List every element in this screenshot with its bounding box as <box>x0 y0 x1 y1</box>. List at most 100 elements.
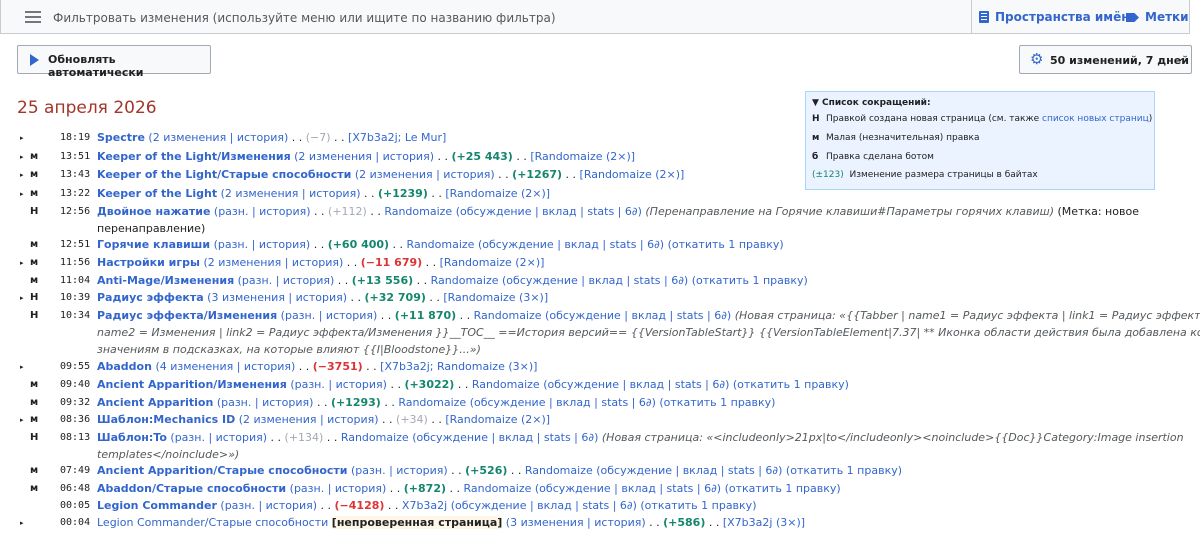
page-title-link[interactable]: Ancient Apparition <box>97 396 213 409</box>
page-title-link[interactable]: Keeper of the Light <box>97 187 217 200</box>
user-tool-links[interactable]: (обсуждение | вклад | stats | 6∂) <box>456 205 642 218</box>
history-links[interactable]: (2 изменения | история) <box>221 187 361 200</box>
page-title-link[interactable]: Abaddon <box>97 360 152 373</box>
unpatrolled-badge: [непроверенная страница] <box>331 516 503 529</box>
page-title-link[interactable]: Шаблон:Mechanics ID <box>97 413 235 426</box>
user-link[interactable]: Randomaize <box>525 464 593 477</box>
size-diff: (−11 679) <box>360 256 423 269</box>
expand-arrow-icon[interactable]: ▸ <box>20 167 24 183</box>
expand-arrow-icon[interactable]: ▸ <box>20 412 24 428</box>
tags-button[interactable]: Метки <box>1126 10 1189 24</box>
expand-arrow-icon[interactable]: ▸ <box>20 130 24 146</box>
history-links[interactable]: (разн. | история) <box>217 396 314 409</box>
history-links[interactable]: (разн. | история) <box>290 378 387 391</box>
user-link[interactable]: Randomaize <box>384 205 452 218</box>
history-links[interactable]: (2 изменения | история) <box>203 256 343 269</box>
rollback-link[interactable]: (откатить 1 правку) <box>668 238 784 251</box>
history-links[interactable]: (разн. | история) <box>214 238 311 251</box>
page-title-link[interactable]: Spectre <box>97 131 145 144</box>
expand-arrow-icon[interactable]: ▸ <box>20 359 24 375</box>
filter-search-input[interactable]: Фильтровать изменения (используйте меню … <box>53 11 556 25</box>
history-links[interactable]: (разн. | история) <box>170 431 267 444</box>
page-title-link[interactable]: Anti-Mage/Изменения <box>97 274 234 287</box>
page-title-link[interactable]: Радиус эффекта/Изменения <box>97 309 277 322</box>
history-links[interactable]: (разн. | история) <box>220 499 317 512</box>
history-links[interactable]: (2 изменения | история) <box>294 150 434 163</box>
user-tool-links[interactable]: (обсуждение | вклад | stats | 6∂) <box>502 274 688 287</box>
page-title-link[interactable]: Abaddon/Старые способности <box>97 482 286 495</box>
rollback-link[interactable]: (откатить 1 правку) <box>725 482 841 495</box>
user-link[interactable]: Randomaize <box>431 274 499 287</box>
menu-icon[interactable] <box>25 11 41 23</box>
history-links[interactable]: (разн. | история) <box>214 205 311 218</box>
users-list[interactable]: [X7b3a2j (3×)] <box>723 516 805 529</box>
user-tool-links[interactable]: (обсуждение | вклад | stats | 6∂) <box>451 499 637 512</box>
user-tool-links[interactable]: (обсуждение | вклад | stats | 6∂) <box>470 396 656 409</box>
user-tool-links[interactable]: (обсуждение | вклад | stats | 6∂) <box>596 464 782 477</box>
user-link[interactable]: Randomaize <box>472 378 540 391</box>
page-title-link[interactable]: Двойное нажатие <box>97 205 210 218</box>
users-list[interactable]: [Randomaize (3×)] <box>443 291 548 304</box>
history-links[interactable]: (2 изменения | история) <box>239 413 379 426</box>
rollback-link[interactable]: (откатить 1 правку) <box>659 396 775 409</box>
user-tool-links[interactable]: (обсуждение | вклад | stats | 6∂) <box>535 482 721 495</box>
users-list[interactable]: [Randomaize (2×)] <box>530 150 635 163</box>
users-list[interactable]: [X7b3a2j; Randomaize (3×)] <box>380 360 537 373</box>
history-links[interactable]: (разн. | история) <box>290 482 387 495</box>
expand-arrow-icon[interactable]: ▸ <box>20 290 24 306</box>
user-tool-links[interactable]: (обсуждение | вклад | stats | 6∂) <box>543 378 729 391</box>
expand-arrow-icon[interactable]: ▸ <box>20 149 24 165</box>
history-links[interactable]: (3 изменения | история) <box>506 516 646 529</box>
user-link[interactable]: Randomaize <box>398 396 466 409</box>
history-links[interactable]: (4 изменения | история) <box>155 360 295 373</box>
user-link[interactable]: Randomaize <box>407 238 475 251</box>
users-list[interactable]: [Randomaize (2×)] <box>445 187 550 200</box>
namespaces-button[interactable]: Пространства имён <box>979 10 1130 24</box>
size-diff: (+586) <box>663 516 706 529</box>
user-link[interactable]: Randomaize <box>341 431 409 444</box>
user-tool-links[interactable]: (обсуждение | вклад | stats | 6∂) <box>545 309 731 322</box>
size-diff: (+34) <box>396 413 428 426</box>
history-links[interactable]: (разн. | история) <box>281 309 378 322</box>
range-settings-button[interactable]: ⚙ 50 изменений, 7 дней ⌄ <box>1019 45 1192 74</box>
page-title-link[interactable]: Legion Commander <box>97 499 217 512</box>
page-title-link[interactable]: Шаблон:To <box>97 431 167 444</box>
user-link[interactable]: Randomaize <box>474 309 542 322</box>
user-link[interactable]: X7b3a2j <box>402 499 447 512</box>
page-title-link[interactable]: Ancient Apparition/Изменения <box>97 378 287 391</box>
rollback-link[interactable]: (откатить 1 правку) <box>640 499 756 512</box>
expand-arrow-icon[interactable]: ▸ <box>20 515 24 531</box>
change-time: 12:51 <box>60 239 91 250</box>
users-list[interactable]: [Randomaize (2×)] <box>440 256 545 269</box>
user-tool-links[interactable]: (обсуждение | вклад | stats | 6∂) <box>478 238 664 251</box>
history-links[interactable]: (2 изменения | история) <box>148 131 288 144</box>
history-links[interactable]: (3 изменения | история) <box>207 291 347 304</box>
rollback-link[interactable]: (откатить 1 правку) <box>733 378 849 391</box>
expand-arrow-icon[interactable]: ▸ <box>20 255 24 271</box>
new-pages-link[interactable]: список новых страниц <box>1042 114 1149 124</box>
expand-arrow-icon[interactable]: ▸ <box>20 186 24 202</box>
users-list[interactable]: [Randomaize (2×)] <box>580 168 685 181</box>
page-title-link[interactable]: Ancient Apparition/Старые способности <box>97 464 348 477</box>
page-title-link[interactable]: Keeper of the Light/Старые способности <box>97 168 351 181</box>
page-title-link[interactable]: Keeper of the Light/Изменения <box>97 150 291 163</box>
page-title-link[interactable]: Радиус эффекта <box>97 291 204 304</box>
size-diff: (+872) <box>403 482 447 495</box>
page-title-link[interactable]: Горячие клавиши <box>97 238 210 251</box>
change-time: 13:51 <box>60 151 91 162</box>
rollback-link[interactable]: (откатить 1 правку) <box>786 464 902 477</box>
auto-update-button[interactable]: Обновлять автоматически <box>17 45 211 79</box>
user-link[interactable]: Randomaize <box>464 482 532 495</box>
history-links[interactable]: (2 изменения | история) <box>355 168 495 181</box>
rollback-link[interactable]: (откатить 1 правку) <box>692 274 808 287</box>
users-list[interactable]: [Randomaize (2×)] <box>445 413 550 426</box>
user-tool-links[interactable]: (обсуждение | вклад | stats | 6∂) <box>412 431 598 444</box>
filter-bar[interactable]: Фильтровать изменения (используйте меню … <box>0 0 1190 34</box>
history-links[interactable]: (разн. | история) <box>351 464 448 477</box>
change-body: Ancient Apparition/Изменения (разн. | ис… <box>97 378 849 391</box>
users-list[interactable]: [X7b3a2j; Le Mur] <box>348 131 446 144</box>
page-title-link[interactable]: Legion Commander/Старые способности <box>97 516 328 529</box>
history-links[interactable]: (разн. | история) <box>238 274 335 287</box>
legend-title[interactable]: ▼ Список сокращений: <box>812 98 931 108</box>
page-title-link[interactable]: Настройки игры <box>97 256 200 269</box>
